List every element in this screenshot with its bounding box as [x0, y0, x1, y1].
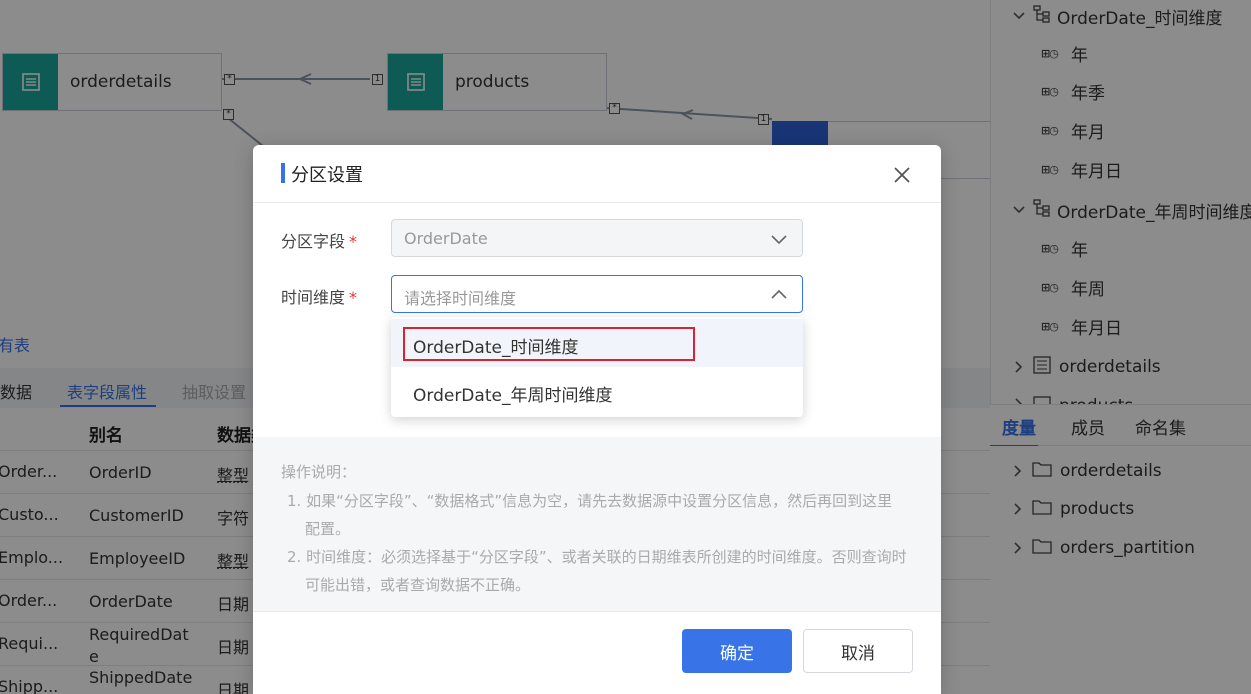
- help-line: 2. 时间维度：必须选择基于“分区字段”、或者关联的日期维表所创建的时间维度。否…: [287, 548, 907, 594]
- dropdown-option[interactable]: OrderDate_时间维度: [391, 319, 803, 367]
- required-mark: *: [349, 232, 358, 251]
- selected-value: OrderDate: [404, 229, 488, 248]
- dialog-title: 分区设置: [291, 165, 363, 186]
- help-section: 操作说明： 1. 如果“分区字段”、“数据格式”信息为空，请先去数据源中设置分区…: [253, 437, 941, 611]
- select-placeholder: 请选择时间维度: [404, 289, 517, 308]
- help-line: 1. 如果“分区字段”、“数据格式”信息为空，请先去数据源中设置分区信息，然后再…: [287, 492, 893, 538]
- required-mark: *: [349, 288, 358, 307]
- dialog-footer: 确定 取消: [253, 611, 941, 694]
- dialog-header: 分区设置: [253, 145, 941, 203]
- confirm-button[interactable]: 确定: [682, 629, 792, 673]
- partition-field-select[interactable]: OrderDate: [391, 219, 803, 257]
- title-accent-bar: [281, 163, 285, 183]
- dropdown-option[interactable]: OrderDate_年周时间维度: [391, 367, 803, 415]
- chevron-up-icon: [770, 287, 788, 301]
- time-dimension-label: 时间维度 *: [281, 288, 358, 307]
- time-dimension-dropdown: OrderDate_时间维度 OrderDate_年周时间维度: [391, 317, 803, 417]
- partition-field-label: 分区字段 *: [281, 232, 358, 251]
- chevron-down-icon: [770, 231, 788, 245]
- help-title: 操作说明：: [281, 463, 357, 481]
- cancel-button[interactable]: 取消: [803, 629, 913, 673]
- close-icon[interactable]: [890, 163, 914, 187]
- partition-settings-dialog: 分区设置 分区字段 * OrderDate 时间维度 * 请选择时间维度 Order…: [253, 145, 941, 694]
- time-dimension-select[interactable]: 请选择时间维度: [391, 275, 803, 313]
